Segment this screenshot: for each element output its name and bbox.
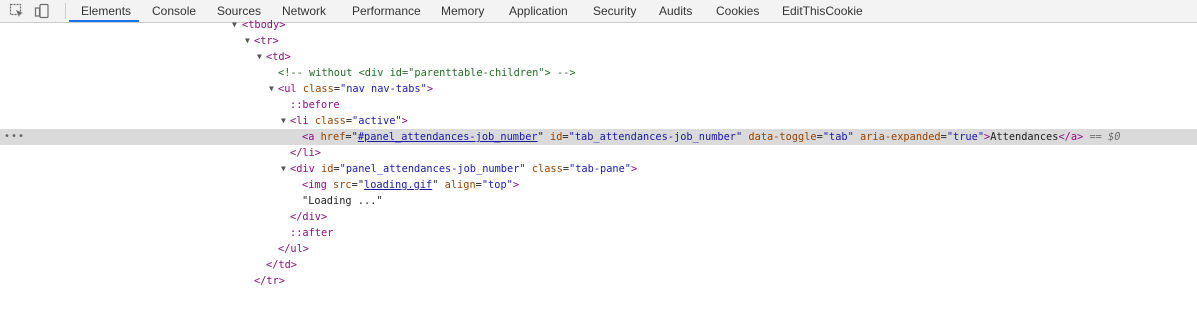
dom-node-tbody[interactable]: ▼ <tbody>: [0, 17, 1197, 33]
dom-node-text[interactable]: "Loading ...": [0, 193, 1197, 209]
dom-node-img[interactable]: <img src="loading.gif" align="top">: [0, 177, 1197, 193]
dom-node-div-close[interactable]: </div>: [0, 209, 1197, 225]
dom-node-ul[interactable]: ▼ <ul class="nav nav-tabs">: [0, 81, 1197, 97]
href-link[interactable]: #panel_attendances-job_number: [358, 131, 538, 143]
dom-node-a-selected[interactable]: ••• <a href="#panel_attendances-job_numb…: [0, 129, 1197, 145]
more-actions-icon[interactable]: •••: [4, 129, 25, 145]
dom-node-div[interactable]: ▼ <div id="panel_attendances-job_number"…: [0, 161, 1197, 177]
selected-node-marker: == $0: [1089, 131, 1121, 143]
dom-node-td[interactable]: ▼ <td>: [0, 49, 1197, 65]
dom-node-td-close[interactable]: </td>: [0, 257, 1197, 273]
img-src-link[interactable]: loading.gif: [364, 179, 432, 191]
dom-node-tr-close[interactable]: </tr>: [0, 273, 1197, 289]
dom-node-ul-close[interactable]: </ul>: [0, 241, 1197, 257]
dom-node-after[interactable]: ::after: [0, 225, 1197, 241]
expand-triangle-icon[interactable]: ▼: [232, 17, 242, 33]
dom-node-comment[interactable]: <!-- without <div id="parenttable-childr…: [0, 65, 1197, 81]
dom-node-li-close[interactable]: </li>: [0, 145, 1197, 161]
dom-node-before[interactable]: ::before: [0, 97, 1197, 113]
dom-node-tr[interactable]: ▼ <tr>: [0, 33, 1197, 49]
dom-node-li[interactable]: ▼ <li class="active">: [0, 113, 1197, 129]
dom-tree: ▼ <tbody> ▼ <tr> ▼ <td> <!-- without <di…: [0, 19, 1197, 289]
